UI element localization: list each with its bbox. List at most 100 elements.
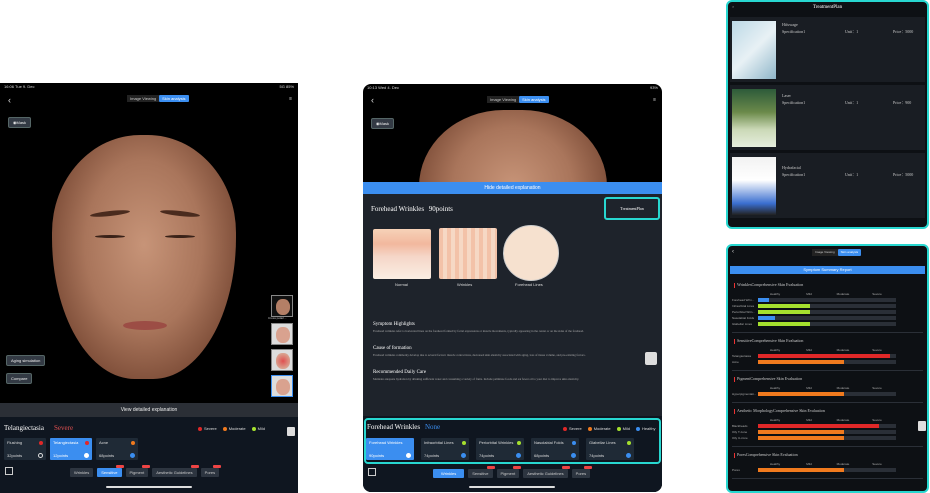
- hide-explanation-bar[interactable]: Hide detailed explanation: [363, 182, 662, 194]
- thumbnail-cross-polarized[interactable]: [271, 295, 293, 317]
- tab-wrinkles[interactable]: Wrinkles: [70, 468, 94, 477]
- bar-fill: [758, 304, 811, 308]
- treatment-plan-panel: TreatmentPlan × Hifuwage Specification1 …: [726, 0, 929, 229]
- tab-image-viewing[interactable]: Image Viewing: [812, 249, 838, 256]
- view-toggle[interactable]: Image Viewing Skin analysis: [127, 95, 189, 102]
- tab-pigment[interactable]: Pigment: [125, 465, 151, 477]
- item-name: Hifuwage: [782, 22, 798, 27]
- card-periorbital-wrinkles[interactable]: Periorbital Wrinkles 74points: [476, 438, 524, 460]
- report-banner-label: Symptom Summary Report: [803, 267, 852, 272]
- mask-button[interactable]: ◉Mask: [8, 117, 32, 128]
- report-icon[interactable]: [5, 467, 13, 475]
- bar-track: [758, 436, 896, 440]
- mask-button[interactable]: ◉Mask: [371, 118, 395, 129]
- tab-image-viewing[interactable]: Image Viewing: [487, 96, 520, 103]
- tablet-skin-analysis-telangiectasia: 16:06 Tue 9. Dec 5G 85% ‹ Image Viewing …: [0, 83, 298, 493]
- item-spec: Specification1: [782, 100, 806, 105]
- thumbnail-4-selected[interactable]: [271, 375, 293, 397]
- card-flushing[interactable]: Flushing 32points: [4, 438, 46, 460]
- condition-title: Forehead Wrinkles: [367, 423, 421, 431]
- card-infraorbital-lines[interactable]: Infraorbital Lines 74points: [421, 438, 469, 460]
- bar-fill: [758, 436, 844, 440]
- camera-icon[interactable]: [918, 421, 926, 431]
- section-title-4: PoresComprehensive Skin Evaluation: [734, 452, 798, 458]
- column-header: Severe: [872, 462, 882, 466]
- item-unit: Unit：1: [845, 172, 859, 177]
- bar-label: Forehead Wrin...: [732, 297, 755, 302]
- treatment-plan-button[interactable]: TreatmentPlan: [604, 197, 660, 220]
- bar-track: [758, 310, 896, 314]
- illustration-normal-label: Normal: [395, 282, 408, 287]
- tab-skin-analysis[interactable]: Skin analysis: [159, 95, 189, 102]
- section-points: 90points: [428, 205, 453, 213]
- back-icon[interactable]: ‹: [371, 95, 374, 105]
- bar-fill: [758, 354, 891, 358]
- thumbnail-3[interactable]: [271, 349, 293, 371]
- tab-aesthetic[interactable]: Aesthetic Guidelines: [523, 466, 570, 478]
- bar-track: [758, 392, 896, 396]
- treatment-item-hifuwage[interactable]: Hifuwage Specification1 Unit：1 Price：500…: [730, 16, 925, 82]
- symptom-title: Symptom Highlights: [373, 322, 415, 327]
- close-icon[interactable]: ×: [732, 4, 734, 9]
- tab-sensitive[interactable]: Sensitive: [468, 466, 495, 478]
- symptom-text: Forehead wrinkles refer to horizontal li…: [373, 329, 584, 333]
- illustration-forehead-lines-label: Forehead Lines: [515, 282, 543, 287]
- mask-label: Mask: [379, 121, 390, 126]
- section-title-text: Forehead Wrinkles: [371, 205, 425, 213]
- severity-column-headers: Healthy Mild Moderate Severe: [758, 386, 894, 390]
- camera-icon[interactable]: [287, 427, 295, 436]
- column-header: Mild: [806, 386, 812, 390]
- aging-simulation-button[interactable]: Aging simulation: [6, 355, 46, 366]
- card-glabellar-lines[interactable]: Glabellar Lines 74points: [586, 438, 634, 460]
- back-icon[interactable]: ‹: [732, 249, 734, 255]
- item-price: Price：5000: [893, 172, 914, 177]
- report-banner: Symptom Summary Report: [730, 266, 925, 274]
- tab-pores[interactable]: Pores: [200, 465, 222, 477]
- left-eye: [95, 235, 125, 238]
- camera-icon[interactable]: [645, 352, 657, 365]
- right-eye: [165, 235, 195, 238]
- hide-explanation-label: Hide detailed explanation: [484, 185, 541, 191]
- item-name: Hydrafacial: [782, 165, 801, 170]
- bar-track: [758, 354, 896, 358]
- bar-fill: [758, 424, 880, 428]
- column-header: Mild: [806, 348, 812, 352]
- tab-skin-analysis[interactable]: Skin analysis: [519, 96, 549, 103]
- bar-fill: [758, 392, 844, 396]
- view-toggle[interactable]: Image Viewing Skin analysis: [487, 96, 549, 103]
- tab-aesthetic[interactable]: Aesthetic Guidelines: [152, 465, 199, 477]
- tab-pigment[interactable]: Pigment: [496, 466, 522, 478]
- tab-wrinkles[interactable]: Wrinkles: [433, 469, 465, 478]
- tab-image-viewing[interactable]: Image Viewing: [127, 95, 160, 102]
- treatment-plan-title: TreatmentPlan: [812, 5, 843, 10]
- view-explanation-bar[interactable]: View detailed explanation: [0, 403, 298, 417]
- back-icon[interactable]: ‹: [8, 95, 11, 105]
- tab-pores[interactable]: Pores: [571, 466, 593, 478]
- view-toggle[interactable]: Image Viewing Skin analysis: [812, 249, 862, 256]
- treatment-item-hydrafacial[interactable]: Hydrafacial Specification1 Unit：1 Price：…: [730, 152, 925, 218]
- card-telangiectasia[interactable]: Telangiectasia 12points: [50, 438, 92, 460]
- report-icon[interactable]: [368, 468, 376, 476]
- thumbnail-2[interactable]: [271, 323, 293, 345]
- menu-icon[interactable]: ≡: [289, 96, 292, 102]
- tab-sensitive[interactable]: Sensitive: [97, 465, 124, 477]
- compare-button[interactable]: Compare: [6, 373, 33, 384]
- column-header: Healthy: [769, 418, 781, 422]
- symptom-cards: Forehead Wrinkles 90points Infraorbital L…: [366, 438, 634, 460]
- menu-icon[interactable]: ≡: [653, 97, 656, 103]
- column-header: Healthy: [769, 292, 781, 296]
- section-title: Forehead Wrinkles 90points: [371, 205, 453, 213]
- card-forehead-wrinkles[interactable]: Forehead Wrinkles 90points: [366, 438, 414, 460]
- item-name: Laser: [782, 93, 791, 98]
- treatment-item-laser[interactable]: Laser Specification1 Unit：1 Price：900: [730, 84, 925, 150]
- care-title: Recommended Daily Care: [373, 370, 427, 375]
- tab-skin-analysis[interactable]: Skin analysis: [837, 249, 862, 256]
- column-header: Severe: [872, 386, 882, 390]
- bar-track: [758, 360, 896, 364]
- column-header: Moderate: [836, 462, 850, 466]
- card-nasolabial-folds[interactable]: Nasolabial Folds 68points: [531, 438, 579, 460]
- column-header: Mild: [806, 462, 812, 466]
- care-text: Maintain adequate hydration by drinking …: [373, 377, 580, 381]
- card-acne[interactable]: Acne 68points: [96, 438, 138, 460]
- home-indicator: [469, 486, 555, 488]
